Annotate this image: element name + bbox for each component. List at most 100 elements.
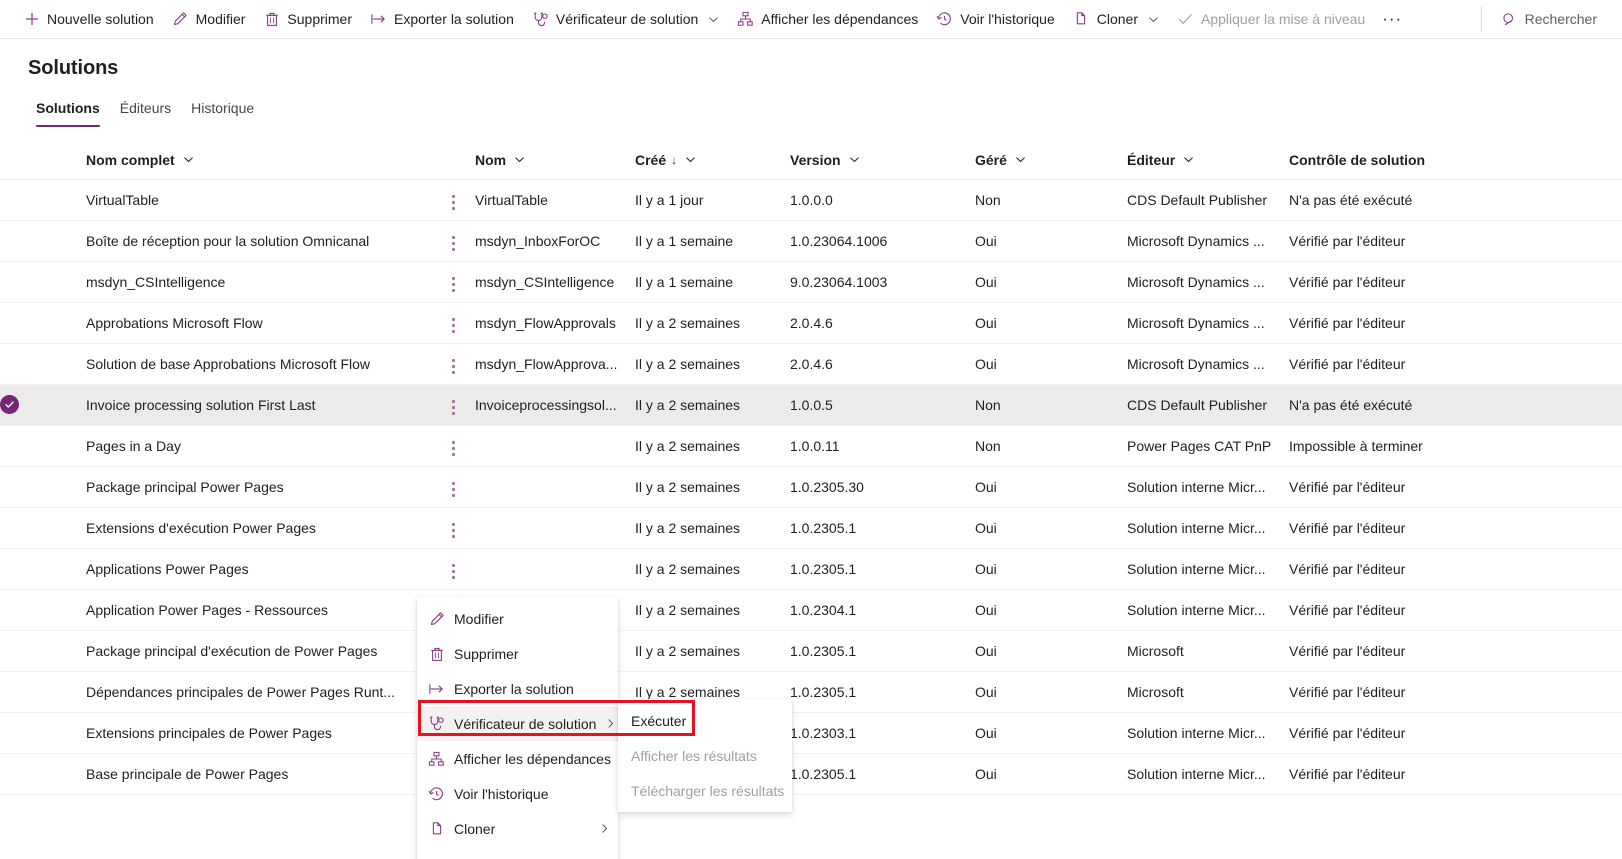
command-exporter-la-solution[interactable]: Exporter la solution xyxy=(361,0,523,38)
table-row[interactable]: Extensions d'exécution Power Pages Il y a… xyxy=(0,507,1622,549)
context-menu-item-v-rificateur-de-solution[interactable]: Vérificateur de solution xyxy=(417,706,618,741)
overflow-menu-button[interactable]: ··· xyxy=(1376,0,1408,38)
vertical-ellipsis-icon[interactable] xyxy=(446,273,461,296)
row-more-actions-button[interactable] xyxy=(431,179,475,221)
command-modifier[interactable]: Modifier xyxy=(163,0,255,38)
vertical-ellipsis-icon[interactable] xyxy=(446,232,461,255)
table-row[interactable]: Package principal d'exécution de Power P… xyxy=(0,630,1622,672)
command-v-rificateur-de-solution[interactable]: Vérificateur de solution xyxy=(523,0,728,38)
row-more-actions-button[interactable] xyxy=(431,384,475,426)
submenu-item-ex-cuter[interactable]: Exécuter xyxy=(618,703,792,738)
row-more-actions-button[interactable] xyxy=(431,220,475,262)
row-selected-checkmark-icon[interactable] xyxy=(0,395,19,414)
tab-historique[interactable]: Historique xyxy=(183,94,262,127)
row-checkbox-cell[interactable] xyxy=(0,343,28,385)
vertical-ellipsis-icon[interactable] xyxy=(446,355,461,378)
cell-name[interactable]: Extensions d'exécution Power Pages xyxy=(86,507,431,549)
column-header-inner[interactable]: Version xyxy=(790,152,860,168)
table-row[interactable]: Boîte de réception pour la solution Omni… xyxy=(0,220,1622,262)
row-checkbox-cell[interactable] xyxy=(0,425,28,467)
table-row[interactable]: Applications Power Pages Il y a 2 semaine… xyxy=(0,548,1622,590)
table-row[interactable]: Solution de base Approbations Microsoft … xyxy=(0,343,1622,385)
cell-name[interactable]: Package principal d'exécution de Power P… xyxy=(86,630,431,672)
row-more-actions-button[interactable] xyxy=(431,548,475,590)
table-row[interactable]: Package principal Power Pages Il y a 2 se… xyxy=(0,466,1622,508)
row-more-actions-button[interactable] xyxy=(431,466,475,508)
column-header-inner[interactable]: Géré xyxy=(975,152,1026,168)
table-row[interactable]: Approbations Microsoft Flow msdyn_FlowApp… xyxy=(0,302,1622,344)
cell-name[interactable]: Package principal Power Pages xyxy=(86,466,431,508)
table-row[interactable]: Application Power Pages - Ressources Il y… xyxy=(0,589,1622,631)
command-voir-l-historique[interactable]: Voir l'historique xyxy=(927,0,1064,38)
vertical-ellipsis-icon[interactable] xyxy=(446,314,461,337)
table-row[interactable]: Invoice processing solution First Last In… xyxy=(0,384,1622,426)
row-checkbox-cell[interactable] xyxy=(0,753,28,795)
command-supprimer[interactable]: Supprimer xyxy=(254,0,361,38)
row-checkbox-cell[interactable] xyxy=(0,384,28,426)
column-header-uniquename[interactable]: Nom xyxy=(475,145,635,180)
row-more-actions-button[interactable] xyxy=(431,261,475,303)
row-checkbox-cell[interactable] xyxy=(0,589,28,631)
row-checkbox-cell[interactable] xyxy=(0,220,28,262)
cell-name[interactable]: Solution de base Approbations Microsoft … xyxy=(86,343,431,385)
context-menu-item-afficher-les-d-pendances[interactable]: Afficher les dépendances xyxy=(417,741,618,776)
context-menu-item-supprimer[interactable]: Supprimer xyxy=(417,636,618,671)
vertical-ellipsis-icon[interactable] xyxy=(446,478,461,501)
row-more-actions-button[interactable] xyxy=(431,425,475,467)
chevron-down-icon[interactable] xyxy=(514,154,525,165)
table-row[interactable]: Extensions principales de Power PagesIl … xyxy=(0,712,1622,754)
cell-name[interactable]: msdyn_CSIntelligence xyxy=(86,261,431,303)
cell-name[interactable]: Pages in a Day xyxy=(86,425,431,467)
tab-solutions[interactable]: Solutions xyxy=(28,94,108,127)
cell-name[interactable]: Dépendances principales de Power Pages R… xyxy=(86,671,431,713)
column-header-inner[interactable]: Éditeur xyxy=(1127,152,1194,168)
cell-name[interactable]: Extensions principales de Power Pages xyxy=(86,712,431,754)
cell-name[interactable]: Boîte de réception pour la solution Omni… xyxy=(86,220,431,262)
vertical-ellipsis-icon[interactable] xyxy=(446,519,461,542)
vertical-ellipsis-icon[interactable] xyxy=(446,396,461,419)
column-header-publisher[interactable]: Éditeur xyxy=(1127,145,1289,180)
context-menu-item-modifier[interactable]: Modifier xyxy=(417,601,618,636)
table-row[interactable]: Dépendances principales de Power Pages R… xyxy=(0,671,1622,713)
vertical-ellipsis-icon[interactable] xyxy=(446,191,461,214)
row-checkbox-cell[interactable] xyxy=(0,548,28,590)
chevron-right-icon[interactable] xyxy=(599,823,610,834)
column-header-inner[interactable]: Créé ↓ xyxy=(635,152,696,168)
cell-name[interactable]: Approbations Microsoft Flow xyxy=(86,302,431,344)
cell-name[interactable]: Invoice processing solution First Last xyxy=(86,384,431,426)
cell-name[interactable]: Applications Power Pages xyxy=(86,548,431,590)
row-checkbox-cell[interactable] xyxy=(0,179,28,221)
row-more-actions-button[interactable] xyxy=(431,507,475,549)
row-more-actions-button[interactable] xyxy=(431,343,475,385)
column-header-inner[interactable]: Nom complet xyxy=(86,152,194,168)
chevron-down-icon[interactable] xyxy=(685,154,696,165)
chevron-down-icon[interactable] xyxy=(1148,14,1159,25)
row-checkbox-cell[interactable] xyxy=(0,466,28,508)
row-checkbox-cell[interactable] xyxy=(0,507,28,549)
command-nouvelle-solution[interactable]: Nouvelle solution xyxy=(14,0,163,38)
command-cloner[interactable]: Cloner xyxy=(1064,0,1168,38)
cell-name[interactable]: Application Power Pages - Ressources xyxy=(86,589,431,631)
chevron-down-icon[interactable] xyxy=(708,14,719,25)
chevron-down-icon[interactable] xyxy=(1015,154,1026,165)
cell-name[interactable]: VirtualTable xyxy=(86,179,431,221)
chevron-down-icon[interactable] xyxy=(183,154,194,165)
column-header-version[interactable]: Version xyxy=(790,145,975,180)
table-row[interactable]: Pages in a Day Il y a 2 semaines 1.0.0.11 N… xyxy=(0,425,1622,467)
context-menu-item-exporter-la-solution[interactable]: Exporter la solution xyxy=(417,671,618,706)
table-row[interactable]: Base principale de Power PagesPowerPages… xyxy=(0,753,1622,795)
row-checkbox-cell[interactable] xyxy=(0,302,28,344)
vertical-ellipsis-icon[interactable] xyxy=(446,560,461,583)
row-checkbox-cell[interactable] xyxy=(0,630,28,672)
chevron-down-icon[interactable] xyxy=(849,154,860,165)
table-row[interactable]: msdyn_CSIntelligence msdyn_CSIntelligence… xyxy=(0,261,1622,303)
row-more-actions-button[interactable] xyxy=(431,302,475,344)
chevron-down-icon[interactable] xyxy=(1183,154,1194,165)
vertical-ellipsis-icon[interactable] xyxy=(446,437,461,460)
cell-name[interactable]: Base principale de Power Pages xyxy=(86,753,431,795)
row-checkbox-cell[interactable] xyxy=(0,261,28,303)
column-header-inner[interactable]: Nom xyxy=(475,152,525,168)
context-menu-item-voir-l-historique[interactable]: Voir l'historique xyxy=(417,776,618,811)
command-afficher-les-d-pendances[interactable]: Afficher les dépendances xyxy=(728,0,927,38)
chevron-right-icon[interactable] xyxy=(605,718,616,729)
